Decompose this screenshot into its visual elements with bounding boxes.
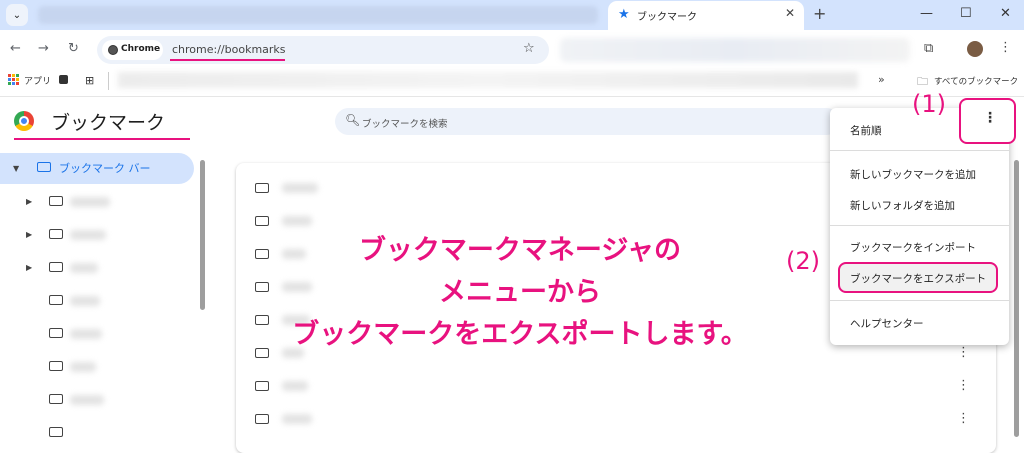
sidebar-item[interactable]	[70, 197, 110, 207]
row-menu-icon[interactable]: ⋮	[957, 411, 970, 426]
extensions-icon[interactable]: ⧉	[924, 41, 933, 56]
chrome-logo-icon	[108, 45, 118, 55]
sidebar-item[interactable]	[70, 263, 98, 273]
menu-divider	[830, 225, 1009, 226]
sidebar-item[interactable]	[70, 362, 96, 372]
search-icon: 🔍︎	[345, 113, 361, 127]
maximize-icon[interactable]: ☐	[960, 6, 972, 21]
menu-item-add-bookmark[interactable]: 新しいブックマークを追加	[850, 167, 976, 182]
folder-icon	[255, 414, 269, 424]
folder-icon	[255, 249, 269, 259]
close-window-icon[interactable]: ✕	[1000, 6, 1011, 21]
minimize-icon[interactable]: —	[920, 6, 933, 21]
list-item[interactable]	[282, 414, 312, 424]
search-placeholder: ブックマークを検索	[362, 119, 448, 130]
bookmarks-divider	[108, 72, 109, 90]
folder-icon	[255, 381, 269, 391]
all-bookmarks-label[interactable]: すべてのブックマーク	[934, 75, 1018, 87]
row-menu-icon[interactable]: ⋮	[957, 345, 970, 360]
step-2-label: (2)	[786, 247, 820, 275]
sidebar-item[interactable]	[70, 230, 106, 240]
expand-arrow-icon[interactable]: ▶	[26, 197, 32, 206]
folder-icon	[255, 315, 269, 325]
step-1-label: (1)	[912, 90, 946, 118]
apps-label[interactable]: アプリ	[24, 74, 51, 87]
menu-item-help-center[interactable]: ヘルプセンター	[850, 316, 924, 331]
list-item[interactable]	[282, 381, 308, 391]
new-tab-icon[interactable]: +	[813, 4, 826, 23]
grid-bookmark-icon[interactable]: ⊞	[85, 74, 94, 87]
sidebar-scrollbar[interactable]	[200, 160, 205, 310]
sidebar-item-label: ブックマーク バー	[59, 162, 151, 175]
tab-search-button[interactable]: ⌄	[6, 4, 28, 26]
folder-icon	[49, 361, 63, 371]
row-menu-icon[interactable]: ⋮	[957, 378, 970, 393]
address-bar[interactable]	[97, 36, 549, 64]
apps-icon[interactable]	[8, 74, 19, 85]
menu-item-import[interactable]: ブックマークをインポート	[850, 240, 976, 255]
close-tab-icon[interactable]: ✕	[785, 6, 795, 20]
url-highlight-underline	[170, 59, 285, 61]
folder-icon	[255, 348, 269, 358]
forward-icon[interactable]: →	[38, 41, 49, 56]
sidebar-item[interactable]	[70, 329, 102, 339]
folder-icon	[49, 229, 63, 239]
sidebar-item[interactable]	[70, 395, 104, 405]
caption-line-3: ブックマークをエクスポートします。	[292, 319, 748, 350]
list-scrollbar[interactable]	[1014, 160, 1019, 437]
menu-item-sort-by-name[interactable]: 名前順	[850, 123, 882, 138]
url-text[interactable]: chrome://bookmarks	[172, 43, 286, 56]
folder-icon	[49, 427, 63, 437]
page-title: ブックマーク	[51, 112, 166, 134]
blurred-bookmarks	[118, 72, 858, 88]
folder-icon	[255, 216, 269, 226]
folder-icon	[49, 394, 63, 404]
folder-icon	[37, 162, 51, 172]
blurred-extensions	[560, 38, 910, 62]
list-item[interactable]	[282, 216, 312, 226]
blurred-tabs	[38, 6, 598, 24]
chrome-logo-center	[19, 116, 29, 126]
menu-item-export[interactable]: ブックマークをエクスポート	[850, 271, 986, 286]
tab-title: ブックマーク	[637, 12, 697, 23]
avatar[interactable]	[967, 41, 983, 57]
site-chip-label: Chrome	[121, 44, 161, 54]
expand-arrow-icon[interactable]: ▶	[26, 263, 32, 272]
bookmark-favicon-icon[interactable]	[59, 75, 68, 84]
folder-icon	[49, 196, 63, 206]
folder-icon	[255, 183, 269, 193]
caption-line-2: メニューから	[439, 277, 601, 308]
more-bookmarks-icon[interactable]: »	[878, 73, 885, 86]
reload-icon[interactable]: ↻	[68, 41, 79, 56]
folder-icon	[49, 295, 63, 305]
browser-menu-icon[interactable]: ⋮	[999, 40, 1012, 55]
sidebar-item[interactable]	[70, 296, 100, 306]
folder-icon	[49, 328, 63, 338]
folder-icon	[49, 262, 63, 272]
bookmark-star-icon[interactable]: ☆	[523, 41, 535, 56]
expand-arrow-icon[interactable]: ▶	[26, 230, 32, 239]
list-item[interactable]	[282, 183, 318, 193]
menu-item-add-folder[interactable]: 新しいフォルダを追加	[850, 198, 955, 213]
menu-divider	[830, 300, 1009, 301]
caption-line-1: ブックマークマネージャの	[358, 235, 682, 266]
bookmark-star-favicon-icon: ★	[618, 7, 630, 22]
more-options-icon[interactable]: ⋮	[983, 110, 997, 126]
folder-icon	[255, 282, 269, 292]
expand-arrow-icon[interactable]: ▼	[13, 164, 19, 173]
menu-divider	[830, 150, 1009, 151]
chevron-down-icon: ⌄	[12, 9, 22, 21]
title-highlight-underline	[14, 138, 190, 140]
back-icon[interactable]: ←	[10, 41, 21, 56]
